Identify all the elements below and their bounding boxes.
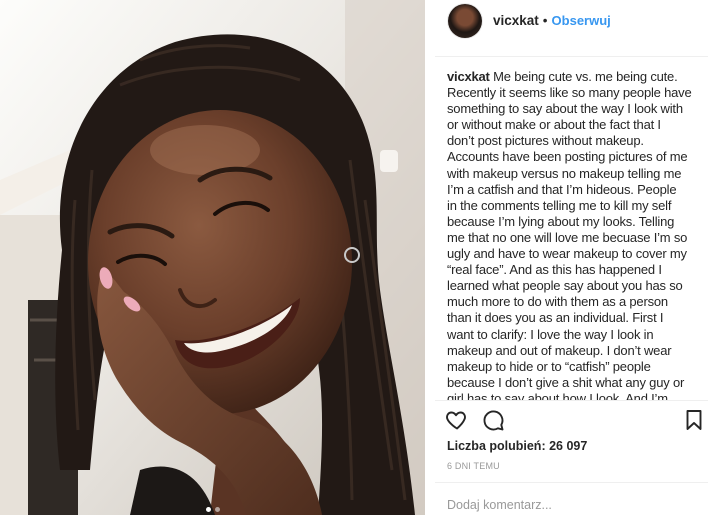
post-header: vicxkat • Obserwuj (493, 12, 611, 30)
bookmark-icon (686, 410, 702, 430)
caption-line: me that no one will love me becuase I’m … (447, 229, 688, 245)
caption-line: with makeup versus no makeup telling me (447, 165, 682, 181)
header-divider (435, 56, 708, 57)
comment-divider (435, 482, 708, 483)
post-details-panel: vicxkat • Obserwuj vicxkat Me being cute v… (425, 0, 708, 515)
caption-line: I’m a catfish and that I’m hideous. Peop… (447, 181, 677, 197)
caption-line: much more to do with them as a person (447, 294, 668, 310)
post-timestamp[interactable]: 6 DNI TEMU (447, 461, 500, 472)
post-photo[interactable] (0, 0, 425, 515)
caption-line: girl has to say about how I look. And I’… (447, 390, 668, 400)
caption-line: vicxkat Me being cute vs. me being cute. (447, 69, 678, 84)
caption-line: makeup and out of makeup. I don’t wear (447, 342, 672, 358)
carousel-dot (214, 507, 220, 512)
caption-line: learned what people say about you has so (447, 278, 683, 294)
caption-line: Accounts have been posting pictures of m… (447, 149, 688, 165)
caption-line: want to clarify: I love the way I look i… (447, 326, 654, 342)
caption-line: or without make or about the fact that I (447, 117, 661, 133)
caption-line: in the comments telling me to kill my se… (447, 197, 672, 213)
avatar[interactable] (448, 4, 482, 38)
heart-icon (446, 411, 466, 430)
caption-line: “real face”. And as this has happened I (447, 262, 662, 278)
like-button[interactable] (445, 408, 469, 432)
caption-line: because I don’t give a shit what any guy… (447, 374, 685, 390)
header-separator: • (542, 13, 548, 28)
caption-line: makeup to hide or to “catfish” people (447, 358, 651, 374)
likes-label: Liczba polubień: (447, 439, 546, 453)
caption-line: something to say about the way I look wi… (447, 101, 683, 117)
follow-button[interactable]: Obserwuj (552, 13, 611, 28)
comment-input[interactable] (447, 495, 697, 515)
caption-username[interactable]: vicxkat (447, 69, 490, 84)
header-username[interactable]: vicxkat (493, 13, 539, 28)
caption-line: than it does you as an individual. First… (447, 310, 664, 326)
caption-line: don’t post pictures without makeup. (447, 133, 644, 149)
likes-number: 26 097 (549, 439, 588, 453)
caption-line: because I’m lying about my looks. Tellin… (447, 213, 675, 229)
caption-text[interactable]: vicxkat Me being cute vs. me being cute.… (447, 69, 705, 400)
caption-line: Recently it seems like so many people ha… (447, 85, 692, 101)
post-image (0, 0, 425, 515)
comment-icon (483, 410, 504, 431)
save-button[interactable] (682, 408, 706, 432)
likes-count[interactable]: Liczba polubień: 26 097 (447, 438, 587, 454)
carousel-dot (205, 507, 211, 512)
comment-button[interactable] (481, 408, 505, 432)
carousel-indicator (0, 507, 425, 512)
caption-line: ugly and have to wear makeup to cover my (447, 246, 687, 262)
actions-divider (435, 400, 708, 401)
